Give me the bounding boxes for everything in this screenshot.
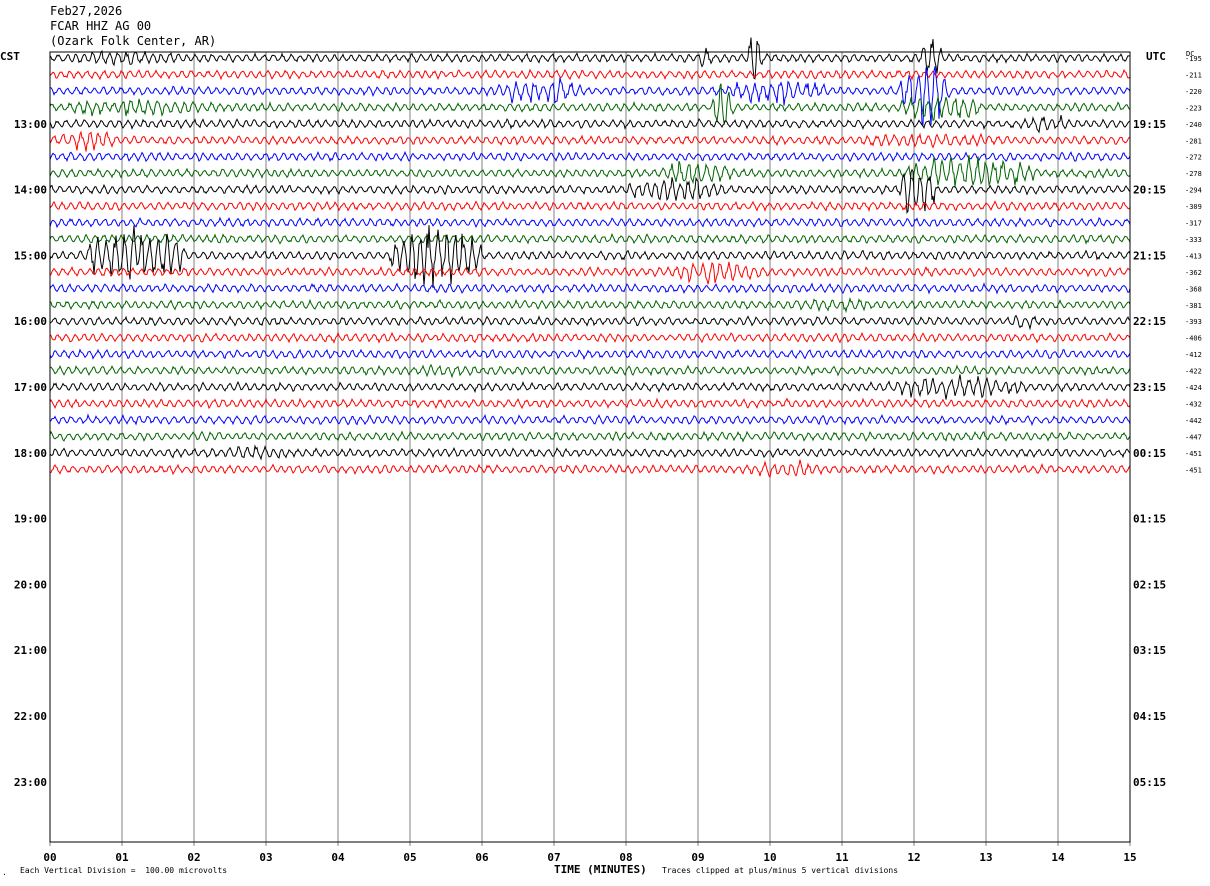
dc-offset-label: -412 xyxy=(1185,351,1202,359)
x-tick-label: 00 xyxy=(43,851,56,864)
dc-offset-label: -381 xyxy=(1185,302,1202,310)
dc-offset-label: -272 xyxy=(1185,154,1202,162)
left-hour-label: 23:00 xyxy=(14,776,47,789)
dc-offset-label: -451 xyxy=(1185,450,1202,458)
x-tick-label: 02 xyxy=(187,851,200,864)
left-hour-label: 20:00 xyxy=(14,578,47,591)
x-tick-label: 03 xyxy=(259,851,272,864)
x-tick-label: 13 xyxy=(979,851,992,864)
dc-offset-label: -223 xyxy=(1185,104,1202,112)
clip-note: Traces clipped at plus/minus 5 vertical … xyxy=(662,866,899,875)
x-tick-label: 14 xyxy=(1051,851,1065,864)
dc-offset-label: -368 xyxy=(1185,285,1202,293)
trace-line xyxy=(49,374,1131,400)
corner-mark: . xyxy=(2,868,7,877)
trace-line xyxy=(49,68,1131,81)
dc-offset-label: -362 xyxy=(1185,269,1202,277)
trace-line xyxy=(49,397,1131,410)
right-hour-label: 03:15 xyxy=(1133,644,1166,657)
x-axis-title: TIME (MINUTES) xyxy=(554,863,647,876)
right-hour-label: 04:15 xyxy=(1133,710,1166,723)
helicorder-chart: 13:00 14:00 15:00 16:00 17:00 18:00 19:00 20:00… xyxy=(14,37,1202,864)
x-tick-label: 09 xyxy=(691,851,704,864)
x-tick-label: 12 xyxy=(907,851,920,864)
dc-offset-label: -278 xyxy=(1185,170,1202,178)
x-tick-label: 06 xyxy=(475,851,489,864)
left-hour-label: 19:00 xyxy=(14,513,47,526)
dc-offset-label: -422 xyxy=(1185,368,1202,376)
right-hour-label: 02:15 xyxy=(1133,578,1166,591)
trace-line xyxy=(49,430,1131,443)
trace-line xyxy=(49,282,1131,295)
trace-line xyxy=(49,331,1131,344)
right-hour-label: 01:15 xyxy=(1133,513,1166,526)
dc-offset-label: -424 xyxy=(1185,384,1202,392)
right-hour-label: 19:15 xyxy=(1133,118,1166,131)
x-tick-label: 15 xyxy=(1123,851,1136,864)
left-hour-label: 14:00 xyxy=(14,184,47,197)
trace-line xyxy=(49,444,1131,461)
right-hour-label: 05:15 xyxy=(1133,776,1166,789)
trace-line xyxy=(49,296,1131,314)
left-hour-label: 16:00 xyxy=(14,315,47,328)
dc-offset-label: -442 xyxy=(1185,417,1202,425)
seismic-traces xyxy=(49,37,1131,479)
trace-line xyxy=(49,314,1131,331)
dc-offset-label: -447 xyxy=(1185,433,1202,441)
left-hour-label: 22:00 xyxy=(14,710,47,723)
dc-offset-label: -211 xyxy=(1185,71,1202,79)
right-hour-label: 23:15 xyxy=(1133,381,1166,394)
x-tick-label: 05 xyxy=(403,851,416,864)
trace-line xyxy=(49,363,1131,379)
trace-line xyxy=(49,261,1131,285)
trace-line xyxy=(49,115,1131,134)
right-hour-label: 20:15 xyxy=(1133,184,1166,197)
right-hour-label: 00:15 xyxy=(1133,447,1166,460)
scale-note: Each Vertical Division = 100.00 microvol… xyxy=(20,866,228,875)
trace-line xyxy=(49,155,1131,188)
x-tick-label: 01 xyxy=(115,851,129,864)
dc-offset-label: -413 xyxy=(1185,252,1202,260)
left-hour-label: 21:00 xyxy=(14,644,47,657)
right-hour-label: 22:15 xyxy=(1133,315,1166,328)
left-hour-label: 17:00 xyxy=(14,381,47,394)
trace-line xyxy=(49,216,1131,229)
left-hour-label: 13:00 xyxy=(14,118,47,131)
dc-offset-label: -294 xyxy=(1185,187,1202,195)
dc-offset-label: -406 xyxy=(1185,335,1202,343)
dc-offset-label: -220 xyxy=(1185,88,1202,96)
dc-offset-labels: -195 -211 -220 -223 -240 -281 -272 -278 -294 -309… xyxy=(1185,55,1202,474)
trace-line xyxy=(49,130,1131,152)
dc-offset-label: -281 xyxy=(1185,137,1202,145)
dc-offset-label: -195 xyxy=(1185,55,1202,63)
dc-offset-label: -451 xyxy=(1185,466,1202,474)
trace-line xyxy=(49,232,1131,245)
left-hour-label: 15:00 xyxy=(14,249,47,262)
trace-line xyxy=(49,225,1131,289)
left-hour-label: 18:00 xyxy=(14,447,47,460)
dc-offset-label: -432 xyxy=(1185,400,1202,408)
dc-offset-label: -317 xyxy=(1185,220,1202,228)
dc-offset-label: -240 xyxy=(1185,121,1202,129)
dc-offset-label: -393 xyxy=(1185,318,1202,326)
trace-line xyxy=(49,348,1131,361)
dc-offset-label: -309 xyxy=(1185,203,1202,211)
x-tick-label: 10 xyxy=(763,851,776,864)
right-hour-labels: 19:15 20:15 21:15 22:15 23:15 00:15 01:15 02:15… xyxy=(1133,118,1166,789)
x-tick-label: 11 xyxy=(835,851,849,864)
dc-offset-label: -333 xyxy=(1185,236,1202,244)
x-tick-label: 04 xyxy=(331,851,345,864)
left-hour-labels: 13:00 14:00 15:00 16:00 17:00 18:00 19:00 20:00… xyxy=(14,118,47,789)
right-hour-label: 21:15 xyxy=(1133,249,1166,262)
trace-line xyxy=(49,459,1131,479)
trace-line xyxy=(49,413,1131,427)
trace-line xyxy=(49,200,1131,213)
